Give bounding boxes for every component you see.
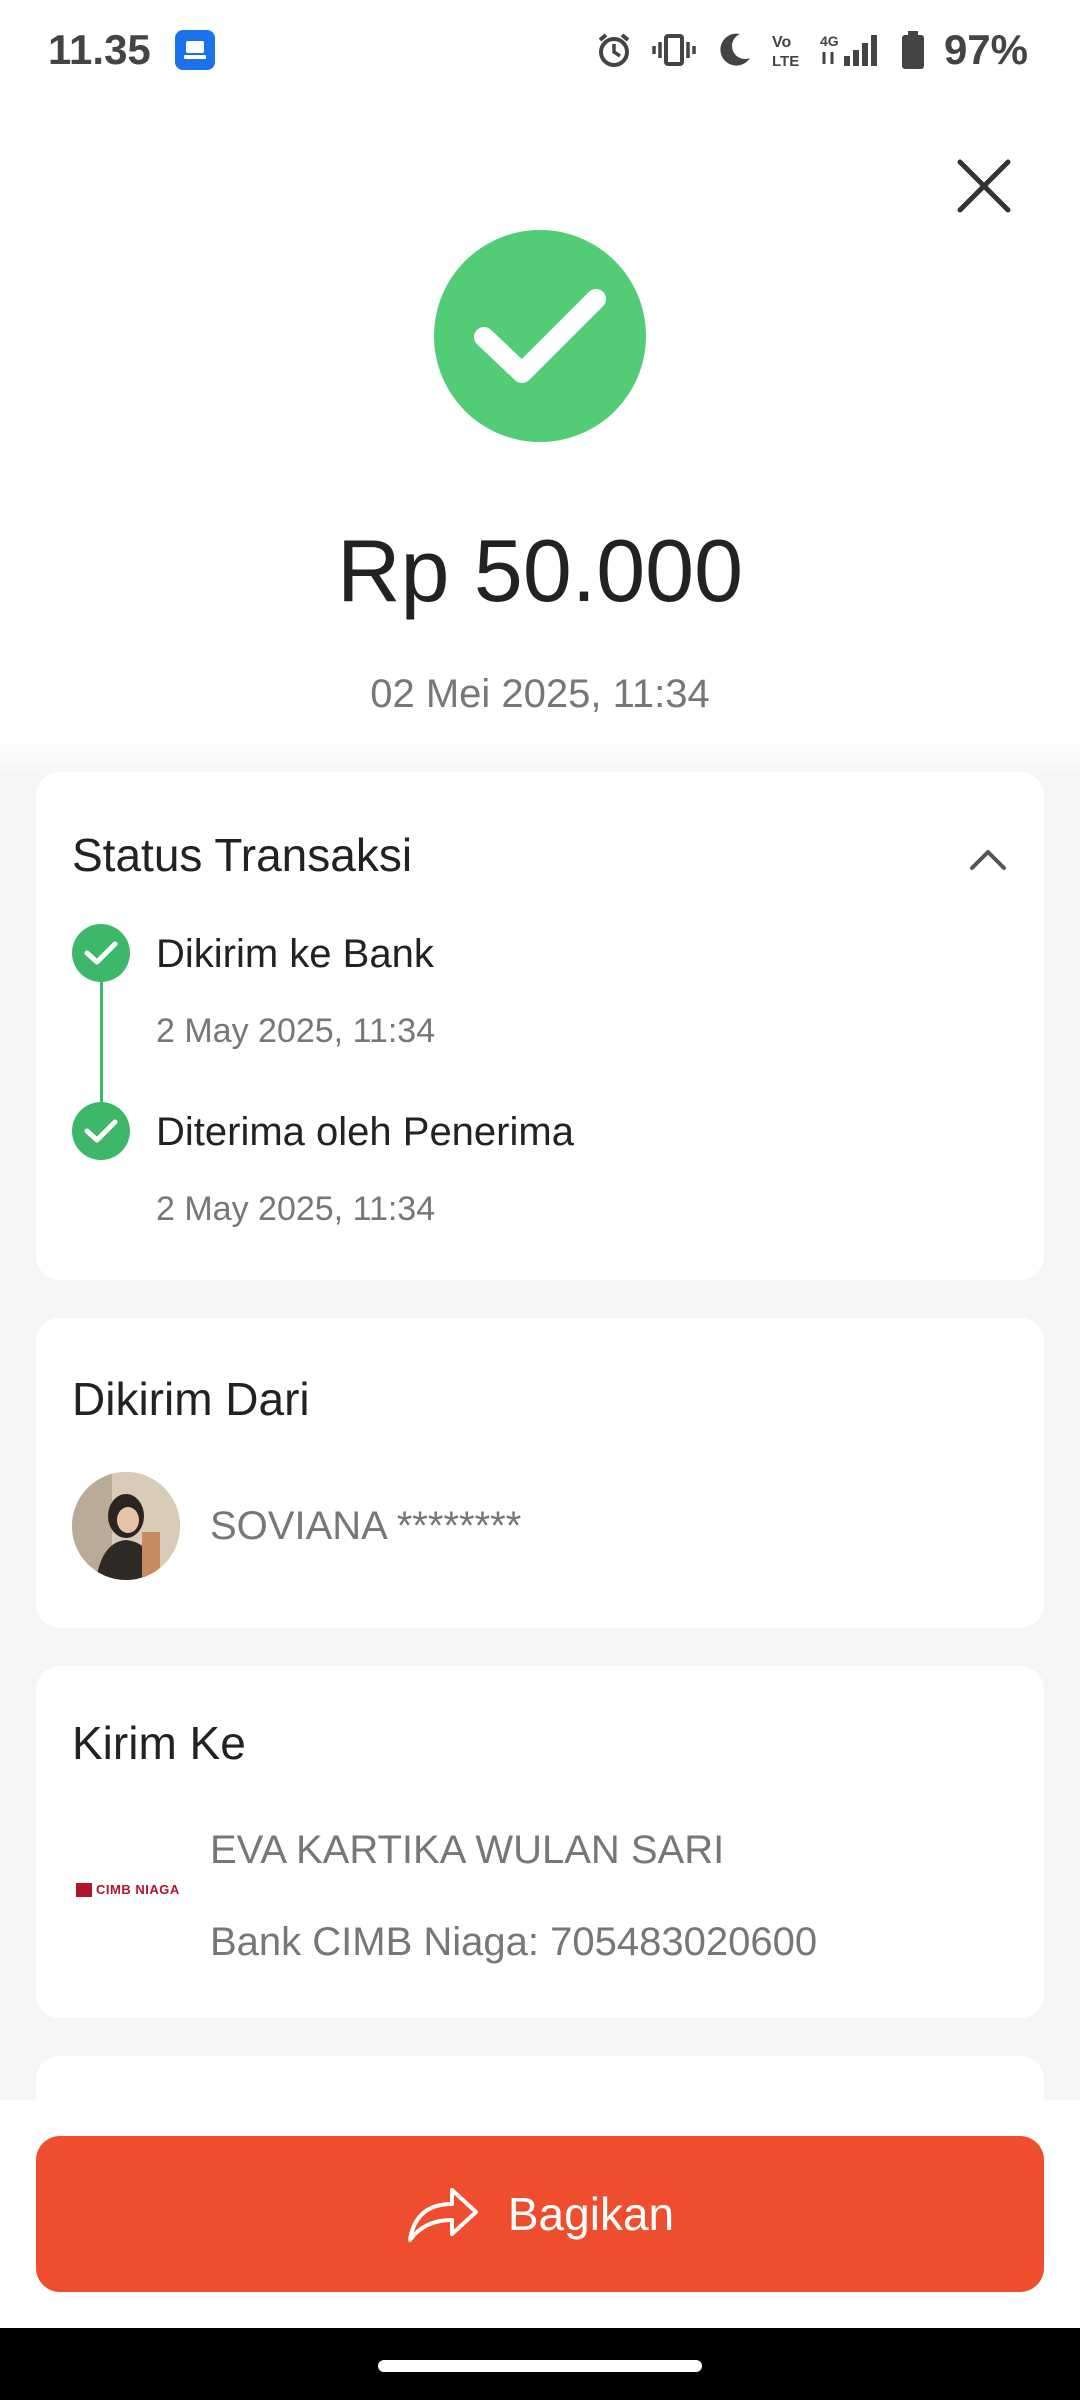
checkmark-icon [474,289,606,383]
avatar [72,1472,180,1580]
sender-name: SOVIANA ******** [210,1504,522,1548]
bank-logo: CIMB NIAGA [76,1882,180,1897]
status-time: 11.35 [48,26,151,73]
sender-card: Dikirim Dari SOVIANA ******** [36,1318,1044,1628]
step-check-icon [72,924,130,982]
close-button[interactable] [948,150,1020,222]
network-4g-icon: 4G [820,33,877,66]
svg-text:LTE: LTE [772,53,799,70]
svg-text:Vo: Vo [772,34,791,51]
battery-level: 97% [943,26,1028,73]
chevron-up-icon[interactable] [966,838,1010,882]
bank-logo-text: CIMB NIAGA [96,1882,180,1897]
status-card: Status Transaksi Dikirim ke Bank 2 May 2… [36,772,1044,1280]
recipient-card: Kirim Ke CIMB NIAGA EVA KARTIKA WULAN SA… [36,1666,1044,2018]
step-date: 2 May 2025, 11:34 [156,1190,436,1228]
cimb-logo-mark [76,1882,92,1897]
success-indicator [434,230,646,442]
home-indicator[interactable] [378,2360,702,2372]
share-button[interactable]: Bagikan [36,2136,1044,2292]
close-icon [957,159,1011,213]
battery-icon [901,31,924,69]
moon-icon [720,33,750,66]
recipient-name: EVA KARTIKA WULAN SARI [210,1828,725,1872]
alarm-icon [598,33,630,67]
sender-card-title: Dikirim Dari [72,1373,310,1425]
vibrate-icon [652,34,696,66]
timeline-connector [100,982,103,1122]
step-date: 2 May 2025, 11:34 [156,1012,436,1050]
share-button-label: Bagikan [507,2188,675,2240]
recipient-account: Bank CIMB Niaga: 705483020600 [210,1920,818,1964]
status-card-title: Status Transaksi [72,829,413,881]
transaction-datetime: 02 Mei 2025, 11:34 [370,672,710,716]
volte-icon: Vo LTE [772,34,799,70]
app-notification-icon [174,30,215,70]
step-check-icon [72,1102,130,1160]
share-icon [407,2188,478,2242]
step-label: Diterima oleh Penerima [156,1110,574,1154]
transaction-amount: Rp 50.000 [336,521,744,620]
recipient-card-title: Kirim Ke [72,1717,246,1769]
svg-text:4G: 4G [820,33,839,49]
step-label: Dikirim ke Bank [156,932,434,976]
status-bar: 11.35 Vo LTE 4G 97% [0,0,1080,100]
